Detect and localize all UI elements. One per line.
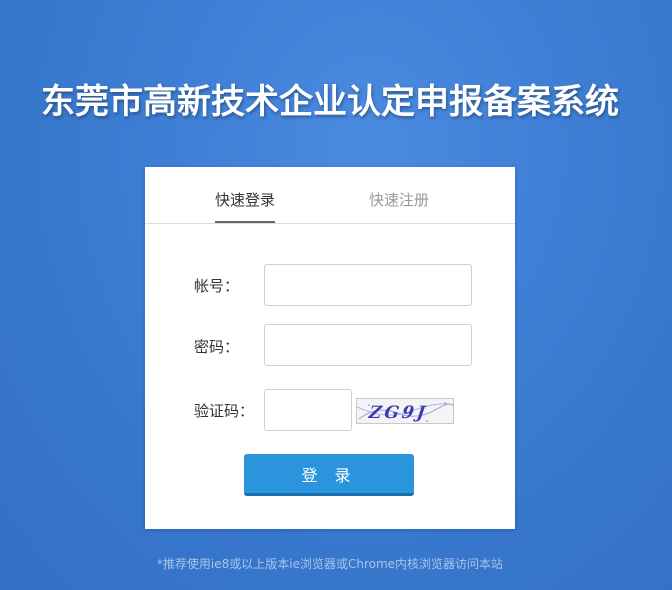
password-label: 密码：	[194, 338, 240, 356]
password-input[interactable]	[264, 324, 472, 366]
captcha-image[interactable]: ZG9J	[356, 398, 454, 424]
tab-quick-login[interactable]: 快速登录	[215, 191, 276, 223]
login-panel: 快速登录 快速注册 帐号： 密码： 验证码： ZG9J 登 录	[145, 167, 515, 529]
browser-recommendation-note: *推荐使用ie8或以上版本ie浏览器或Chrome内核浏览器访问本站	[156, 557, 504, 571]
page-title: 东莞市高新技术企业认定申报备案系统	[41, 82, 619, 122]
account-label: 帐号：	[194, 277, 240, 295]
captcha-text: ZG9J	[367, 403, 430, 423]
account-input[interactable]	[264, 264, 472, 306]
tab-bar: 快速登录 快速注册	[145, 167, 515, 224]
tab-quick-register[interactable]: 快速注册	[369, 191, 429, 209]
captcha-input[interactable]	[264, 389, 352, 431]
captcha-label: 验证码：	[194, 402, 255, 420]
login-button[interactable]: 登 录	[244, 454, 414, 496]
